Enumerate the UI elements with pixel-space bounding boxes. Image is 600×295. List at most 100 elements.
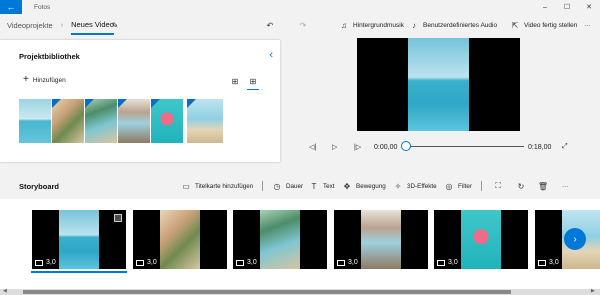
storyboard-clip[interactable]: 3,0 xyxy=(32,210,126,269)
more-options-button[interactable]: ··· xyxy=(584,14,591,36)
minimize-button[interactable]: – xyxy=(534,0,556,14)
custom-audio-button[interactable]: ♪ Benutzerdefiniertes Audio xyxy=(409,14,497,36)
maximize-button[interactable]: ☐ xyxy=(556,0,578,14)
clip-image xyxy=(461,210,501,269)
used-in-project-marker xyxy=(52,99,61,108)
chevron-right-icon: › xyxy=(573,233,577,245)
clip-duration-label: 3,0 xyxy=(46,259,56,266)
close-button[interactable]: ✕ xyxy=(578,0,600,14)
app-title: Fotos xyxy=(34,3,51,11)
add-title-card-button[interactable]: ▭ Titelkarte hinzufügen xyxy=(181,178,253,194)
previous-frame-button[interactable]: ◁| xyxy=(309,140,316,154)
crop-icon: ⛶ xyxy=(495,181,501,190)
trash-icon: 🗑 xyxy=(537,181,549,191)
breadcrumb: Videoprojekte › Neues Video xyxy=(7,14,114,36)
text-label: Text xyxy=(323,182,335,190)
small-thumbnails-button[interactable]: ⊞ xyxy=(247,75,259,90)
image-icon xyxy=(236,259,244,266)
storyboard-clip[interactable]: 3,0 xyxy=(334,210,428,269)
seek-bar[interactable] xyxy=(406,146,524,147)
used-in-project-marker xyxy=(151,99,160,108)
clip-select-checkbox[interactable] xyxy=(114,214,122,222)
library-thumbnail[interactable] xyxy=(187,99,223,143)
image-icon xyxy=(35,259,43,266)
library-title: Projektbibliothek xyxy=(19,52,80,61)
scrollbar-thumb[interactable] xyxy=(23,290,511,294)
more-icon: ··· xyxy=(562,182,569,190)
filter-icon: ◎ xyxy=(445,181,453,191)
clip-duration-label: 3,0 xyxy=(549,259,559,266)
pencil-icon: ✎ xyxy=(111,20,119,30)
title-card-icon: ▭ xyxy=(182,181,190,191)
current-time: 0:00,00 xyxy=(374,143,398,151)
storyboard-clip[interactable]: 3,0 xyxy=(233,210,327,269)
undo-button[interactable]: ↶ xyxy=(265,14,275,36)
back-button[interactable]: ← xyxy=(0,0,22,14)
next-frame-button[interactable]: |▷ xyxy=(354,140,361,154)
breadcrumb-current[interactable]: Neues Video xyxy=(71,20,114,35)
resize-button[interactable]: ⛶ xyxy=(493,178,503,194)
collapse-library-button[interactable]: ‹ xyxy=(269,49,273,61)
video-preview[interactable] xyxy=(357,38,520,131)
library-thumbnail[interactable] xyxy=(19,99,51,143)
image-icon xyxy=(538,259,546,266)
rotate-icon: ↻ xyxy=(517,181,525,191)
library-thumbnail[interactable] xyxy=(151,99,183,143)
more-icon: ··· xyxy=(584,21,591,29)
clip-duration: 3,0 xyxy=(337,259,358,266)
library-thumbnails xyxy=(19,99,51,143)
finish-video-button[interactable]: ⇱ Video fertig stellen xyxy=(510,14,578,36)
library-thumbnail[interactable] xyxy=(52,99,84,143)
storyboard-title: Storyboard xyxy=(19,182,60,191)
rotate-button[interactable]: ↻ xyxy=(516,178,526,194)
duration-button[interactable]: ◷ Dauer xyxy=(272,178,304,194)
library-thumbnail[interactable] xyxy=(118,99,150,143)
storyboard-more-button[interactable]: ··· xyxy=(562,178,568,194)
add-media-button[interactable]: + Hinzufügen xyxy=(23,75,66,85)
large-thumbnails-button[interactable]: ⊞ xyxy=(229,75,241,87)
filter-label: Filter xyxy=(458,182,472,190)
motion-label: Bewegung xyxy=(356,182,386,190)
scroll-left-arrow[interactable]: ◀ xyxy=(3,288,7,294)
play-button[interactable]: ▷ xyxy=(332,140,337,154)
used-in-project-marker xyxy=(118,99,127,108)
used-in-project-marker xyxy=(187,99,196,108)
redo-button[interactable]: ↷ xyxy=(298,14,308,36)
arrow-left-icon: ← xyxy=(6,2,16,12)
clip-image xyxy=(160,210,200,269)
clip-duration: 3,0 xyxy=(236,259,257,266)
grid-small-icon: ⊞ xyxy=(249,76,257,86)
expand-icon: ⤢ xyxy=(562,143,568,150)
motion-button[interactable]: ✥ Bewegung xyxy=(342,178,386,194)
background-music-label: Hintergrundmusik xyxy=(353,21,404,29)
add-title-card-label: Titelkarte hinzufügen xyxy=(195,182,254,190)
filter-button[interactable]: ◎ Filter xyxy=(444,178,473,194)
3d-effects-button[interactable]: ✧ 3D-Effekte xyxy=(393,178,437,194)
3d-effects-icon: ✧ xyxy=(394,181,402,191)
image-icon xyxy=(437,259,445,266)
text-button[interactable]: T Text xyxy=(309,178,335,194)
storyboard-clip[interactable]: 3,0 xyxy=(133,210,227,269)
music-note-icon: ♫ xyxy=(341,20,347,30)
add-media-label: Hinzufügen xyxy=(32,76,66,84)
used-in-project-marker xyxy=(85,99,94,108)
breadcrumb-separator: › xyxy=(60,21,64,29)
background-music-button[interactable]: ♫ Hintergrundmusik xyxy=(339,14,404,36)
clip-duration-label: 3,0 xyxy=(448,259,458,266)
clip-duration-label: 3,0 xyxy=(247,259,257,266)
storyboard-next-button[interactable]: › xyxy=(564,228,586,250)
redo-icon: ↷ xyxy=(299,20,307,30)
clip-duration: 3,0 xyxy=(437,259,458,266)
title-bar: ← Fotos – ☐ ✕ xyxy=(0,0,600,14)
selected-clip-indicator xyxy=(31,271,127,273)
storyboard-clip[interactable]: 3,0 xyxy=(434,210,528,269)
fullscreen-button[interactable]: ⤢ xyxy=(562,140,568,154)
scroll-right-arrow[interactable]: ▶ xyxy=(591,288,595,294)
step-forward-icon: |▷ xyxy=(354,144,362,151)
delete-button[interactable]: 🗑 xyxy=(538,178,548,194)
clip-duration-label: 3,0 xyxy=(348,259,358,266)
library-thumbnail[interactable] xyxy=(85,99,117,143)
breadcrumb-projects[interactable]: Videoprojekte xyxy=(7,21,53,30)
seek-handle[interactable] xyxy=(401,141,411,151)
rename-button[interactable]: ✎ xyxy=(110,14,120,36)
